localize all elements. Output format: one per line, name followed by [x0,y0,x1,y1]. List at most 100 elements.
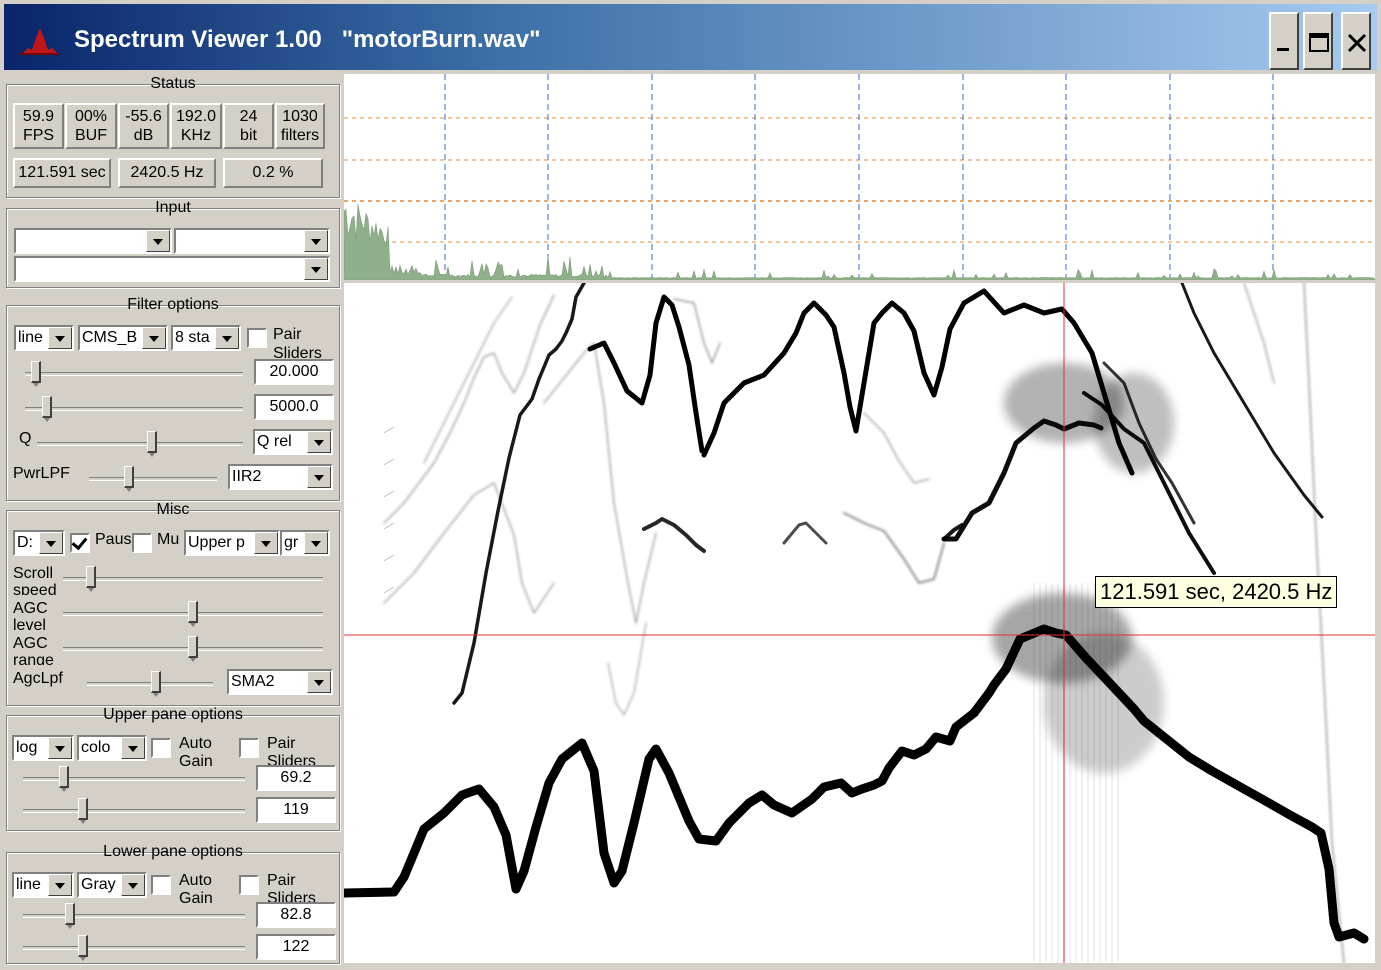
pause-checkbox[interactable] [70,533,90,553]
title-bar[interactable]: Spectrum Viewer 1.00 "motorBurn.wav" [4,4,1377,70]
q-slider[interactable] [146,431,157,457]
chevron-down-icon [146,230,170,252]
q-mode-select[interactable]: Q rel [253,429,333,455]
upper-auto-gain-label: Auto Gain [179,735,213,770]
spectrogram-ghost-trace [383,294,555,524]
spectrogram-pane[interactable] [344,283,1375,963]
status-panel-title: Status [150,75,196,92]
status-frequency: 2420.5 Hz [118,158,216,188]
status-stat-buf: 00% BUF [65,103,117,149]
mute-label: Mu [157,531,180,548]
spectrogram-ghost-tick [383,426,395,434]
filter-min-value[interactable]: 20.000 [254,359,334,385]
maximize-button[interactable] [1303,12,1333,70]
upper-value-1[interactable]: 69.2 [256,765,336,791]
stat-value: 1030 [282,108,318,125]
filter-max-track [25,407,243,411]
window-title: Spectrum Viewer 1.00 "motorBurn.wav" [74,26,541,53]
chevron-down-icon [39,532,63,554]
filter-max-slider[interactable] [41,396,52,422]
upper-slider-2[interactable] [78,798,89,824]
input-panel-title: Input [155,199,191,216]
spectrogram-ghost-tick [383,522,395,530]
stat-value: 59.9 [22,108,55,125]
lower-value-1[interactable]: 82.8 [256,902,336,928]
chevron-down-icon [121,737,145,759]
scroll-speed-label: Scroll speed [13,565,57,595]
misc-mode-select[interactable]: D: [13,530,65,556]
spectrogram-haze [992,363,1174,963]
upper-palette-select[interactable]: colo [77,735,147,761]
cursor-readout-tooltip: 121.591 sec, 2420.5 Hz [1095,576,1338,608]
filter-pair-sliders-checkbox[interactable] [247,328,267,348]
filter-scale-select[interactable]: line [14,325,74,351]
status-stat-bit: 24 bit [223,103,274,149]
pwrlpf-slider[interactable] [124,466,135,492]
stat-unit: bit [240,127,257,144]
chevron-down-icon [307,431,331,453]
lower-auto-gain-label: Auto Gain [179,872,213,907]
status-percent: 0.2 % [223,158,323,188]
upper-scale-select[interactable]: log [12,735,74,761]
spectrogram-ghost-trace [863,412,930,484]
stat-unit: BUF [75,127,107,144]
minimize-button[interactable] [1269,12,1299,70]
chevron-down-icon [307,466,331,488]
agc-range-slider[interactable] [188,636,198,662]
input-device-select[interactable] [14,228,172,254]
spectrum-app-icon [20,28,60,55]
lower-slider-2[interactable] [78,935,89,961]
filter-min-slider[interactable] [31,361,42,387]
filter-stages-select[interactable]: 8 sta [171,325,241,351]
cursor-crosshair [344,283,1375,963]
pause-label: Paus [95,531,131,548]
input-channel-select[interactable] [174,228,330,254]
pwrlpf-mode-select[interactable]: IIR2 [228,464,333,490]
spectrogram-ghost-trace [543,342,657,624]
filter-max-value[interactable]: 5000.0 [254,394,334,420]
status-stat-filters: 1030 filters [275,103,325,149]
chevron-down-icon [304,258,328,280]
spectrogram-ghost-tick [383,458,395,466]
spectrogram-plot [344,283,1375,963]
scroll-speed-slider[interactable] [85,566,96,592]
misc-extra-select[interactable]: gr [280,530,330,556]
upper-slider-1[interactable] [59,766,70,792]
misc-panel-title: Misc [156,501,190,518]
lower-scale-select[interactable]: line [12,872,74,898]
stat-unit: KHz [180,127,212,144]
spectrogram-ghost-trace [1243,283,1275,384]
lower-pane-panel-title: Lower pane options [103,843,243,860]
input-source-select[interactable] [14,256,330,282]
agclpf-slider[interactable] [150,671,161,697]
close-button[interactable] [1341,12,1371,70]
lower-slider2-track [23,946,245,950]
spectrogram-harmonic-3-trace-c [701,300,967,458]
status-time: 121.591 sec [13,158,111,188]
spectrum-plot [343,74,1376,281]
pane-select[interactable]: Upper p [184,530,280,556]
lower-pair-sliders-checkbox[interactable] [239,875,259,895]
agc-range-label: AGC range [13,635,54,665]
upper-auto-gain-checkbox[interactable] [151,738,171,758]
status-panel: Status 59.9 FPS 00% BUF -55.6 dB 192.0 KHz 24 bit… [6,75,340,198]
spectrum-grid-vertical [444,74,1274,280]
status-stat-db: -55.6 dB [118,103,169,149]
spectrogram-traces [344,283,1369,963]
spectrogram-haze-blob [1094,373,1174,473]
mute-checkbox[interactable] [132,533,152,553]
spectrum-pane[interactable] [343,74,1376,281]
agc-level-slider[interactable] [188,601,198,627]
lower-palette-select[interactable]: Gray [77,872,147,898]
spectrogram-ghost-trace [607,622,647,716]
spectrogram-harmonic-2-mid [782,521,828,545]
upper-pair-sliders-checkbox[interactable] [239,738,259,758]
spectrogram-ghost-tick [383,490,395,498]
upper-value-2[interactable]: 119 [256,797,336,823]
agclpf-mode-select[interactable]: SMA2 [227,669,333,695]
lower-slider-1[interactable] [65,903,76,929]
chevron-down-icon [304,230,328,252]
filter-type-select[interactable]: CMS_B [78,325,168,351]
lower-value-2[interactable]: 122 [256,934,336,960]
lower-auto-gain-checkbox[interactable] [151,875,171,895]
